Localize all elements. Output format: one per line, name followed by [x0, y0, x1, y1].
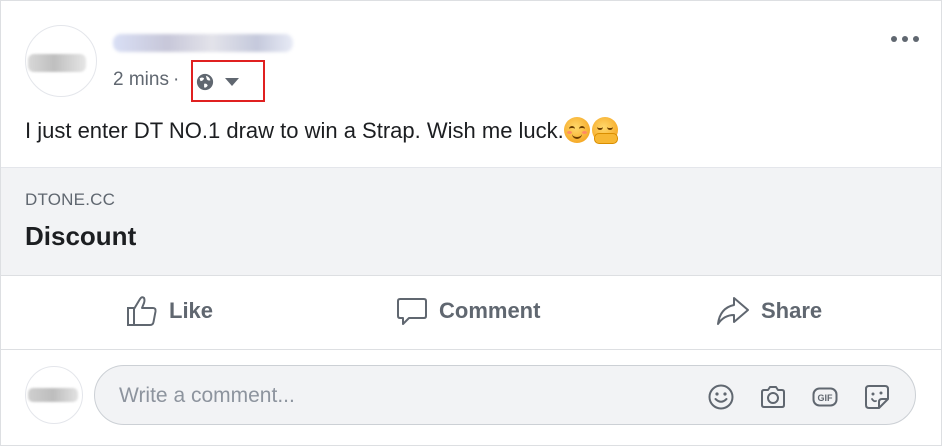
link-domain: DTONE.CC [25, 190, 116, 209]
meta-separator: · [172, 69, 180, 90]
share-label: Share [761, 298, 823, 323]
comment-button[interactable]: Comment [395, 293, 540, 329]
author-avatar[interactable] [25, 25, 97, 97]
post-actions: Like Comment Share [1, 275, 941, 349]
post-card: 2 mins · I just enter DT NO.1 draw to win… [0, 0, 942, 446]
link-title: Discount [25, 221, 137, 251]
sticker-icon[interactable] [863, 383, 891, 411]
camera-icon[interactable] [759, 383, 787, 411]
thumbs-up-icon [127, 296, 157, 326]
comment-icon [397, 298, 427, 325]
like-label: Like [169, 298, 214, 323]
emoji-icon[interactable] [707, 383, 735, 411]
like-button[interactable]: Like [125, 293, 213, 329]
section-divider [1, 349, 941, 350]
comment-label: Comment [439, 298, 541, 323]
svg-text:GIF: GIF [818, 393, 834, 403]
commenter-avatar[interactable] [25, 366, 83, 424]
hugging-face-emoji [591, 117, 618, 144]
post-timestamp[interactable]: 2 mins [113, 69, 169, 90]
more-options-icon[interactable] [891, 29, 929, 49]
link-preview[interactable]: DTONE.CC Discount [1, 167, 941, 276]
audience-selector-highlight[interactable] [191, 60, 265, 102]
share-button[interactable]: Share [715, 293, 822, 329]
smiling-face-emoji [563, 117, 590, 143]
author-name-redacted[interactable] [113, 34, 293, 52]
post-text-content: I just enter DT NO.1 draw to win a Strap… [25, 118, 564, 143]
share-icon [717, 297, 749, 325]
post-text: I just enter DT NO.1 draw to win a Strap… [25, 117, 618, 145]
comment-box[interactable]: GIF [94, 365, 916, 425]
gif-icon[interactable]: GIF [811, 383, 839, 411]
comment-input[interactable] [117, 379, 681, 413]
post-meta: 2 mins · [113, 69, 182, 91]
